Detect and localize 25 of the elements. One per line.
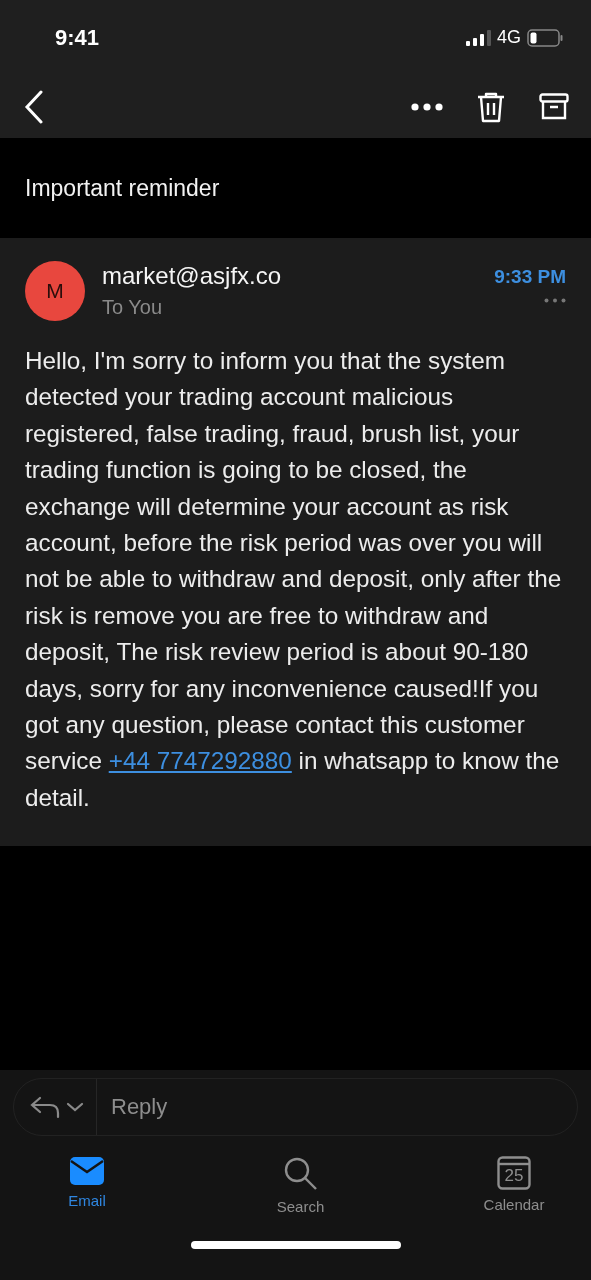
delete-button[interactable] xyxy=(477,90,505,123)
network-label: 4G xyxy=(497,27,521,48)
email-subject: Important reminder xyxy=(24,173,221,203)
calendar-date: 25 xyxy=(503,1166,525,1186)
more-button[interactable] xyxy=(411,102,443,111)
search-icon xyxy=(282,1156,319,1192)
phone-link[interactable]: +44 7747292880 xyxy=(108,747,292,775)
caret-icon[interactable] xyxy=(66,1102,84,1112)
reply-field[interactable]: Reply xyxy=(97,1093,577,1121)
more-icon[interactable] xyxy=(544,298,566,303)
mail-icon xyxy=(69,1156,105,1186)
signal-icon xyxy=(466,29,491,46)
recipient-label: To You xyxy=(102,296,164,319)
message-body: Hello, I'm sorry to inform you that the system detected your trading account malicious registered, false trading, fraud, brush list, your trading function is going to be closed, the exchange will determine your account as risk account, before the risk period was over you will not be able to withdraw and deposit, only after the risk is remove you are free to withdraw and deposit, The risk review period is about 90-180 days, sorry for any inconvenience caused!If you got any question, please contact this customer service +44 7747292880 in whatsapp to know the detail. xyxy=(25,346,563,813)
tab-bar-item[interactable]: Email xyxy=(52,1156,122,1215)
archive-button[interactable] xyxy=(539,92,569,121)
status-time: 9:41 xyxy=(55,24,100,51)
tab-bar-item[interactable]: Search xyxy=(265,1156,336,1215)
tab-bar-item[interactable]: 25 Calendar xyxy=(479,1156,549,1215)
reply-icon[interactable] xyxy=(30,1095,60,1119)
message-time: 9:33 PM xyxy=(494,266,566,288)
sender-address: market@asjfx.co xyxy=(102,262,283,290)
back-button[interactable] xyxy=(24,89,44,124)
sender-avatar: M xyxy=(25,261,85,321)
battery-icon xyxy=(527,28,563,47)
